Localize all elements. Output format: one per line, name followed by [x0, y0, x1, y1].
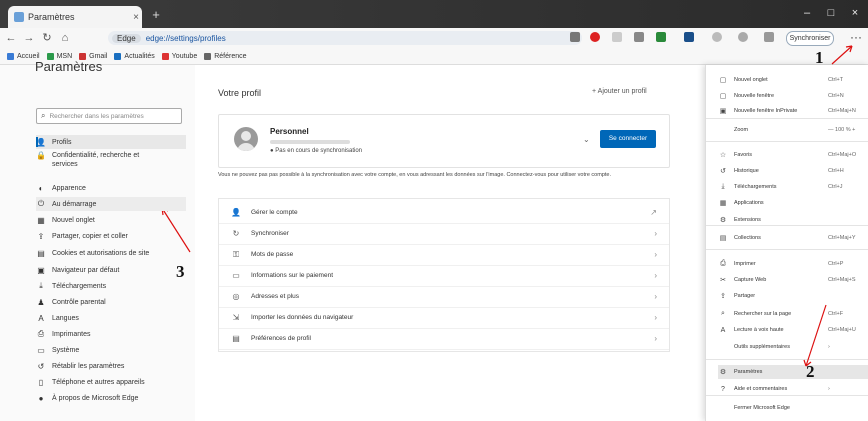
sidebar-item-icon: ●: [38, 393, 44, 403]
arrow-1: [831, 45, 853, 65]
sidebar-item-icon: ⤓: [39, 281, 43, 290]
sidebar-item[interactable]: ↺ Rétablir les paramètres: [36, 359, 186, 373]
sidebar-item[interactable]: 🔒 Confidentialité, recherche et services: [36, 151, 186, 177]
sidebar-item-label: Nouvel onglet: [52, 216, 95, 224]
sidebar-item-icon: ⏻: [37, 199, 45, 208]
sidebar-item[interactable]: ⎙ Imprimantes: [36, 327, 186, 341]
sidebar-item[interactable]: 👤 Profils: [36, 135, 186, 149]
sidebar-item-icon: ▭: [37, 345, 45, 355]
sidebar-item-label: Partager, copier et coller: [52, 232, 128, 240]
sidebar-item[interactable]: ⏻ Au démarrage: [36, 197, 186, 211]
annotation-2: 2: [806, 362, 815, 381]
sidebar-item-icon: 👤: [36, 137, 46, 147]
sidebar-item-icon: ⎙: [37, 329, 45, 338]
sidebar-item-icon: A: [38, 313, 44, 323]
sidebar-item-label: Imprimantes: [52, 330, 91, 338]
sidebar-item[interactable]: ● À propos de Microsoft Edge: [36, 391, 186, 405]
sidebar-item[interactable]: A Langues: [36, 311, 186, 325]
sidebar-item-icon: ◐: [38, 183, 44, 193]
sidebar-item-label: Système: [52, 346, 80, 354]
sidebar-item-label: À propos de Microsoft Edge: [52, 394, 139, 402]
sidebar-item-label: Au démarrage: [52, 200, 97, 208]
sidebar-item-label: Profils: [52, 138, 72, 146]
sidebar-item-icon: 🔒: [36, 151, 46, 160]
sidebar-item[interactable]: ▣ Navigateur par défaut: [36, 263, 186, 277]
sidebar-item-label: Confidentialité, recherche et services: [52, 152, 140, 168]
sidebar-item-label: Rétablir les paramètres: [52, 362, 125, 370]
sidebar-item-icon: ▦: [37, 215, 45, 225]
sidebar-item[interactable]: ⇪ Partager, copier et coller: [36, 229, 186, 243]
sidebar-item[interactable]: ▦ Nouvel onglet: [36, 213, 186, 227]
sidebar-item-label: Apparence: [52, 184, 86, 192]
sidebar-item[interactable]: ▭ Système: [36, 343, 186, 357]
arrow-2: [805, 304, 827, 367]
sidebar-item-label: Langues: [52, 314, 79, 322]
sidebar-item-label: Téléphone et autres appareils: [52, 378, 145, 386]
sidebar-item[interactable]: ♟ Contrôle parental: [36, 295, 186, 309]
sidebar-item-icon: ▤: [37, 248, 45, 258]
sidebar-item-icon: ↺: [37, 361, 45, 371]
sidebar-item-icon: ▯: [38, 377, 44, 387]
sidebar-item-icon: ♟: [37, 297, 45, 307]
sidebar-item[interactable]: ▯ Téléphone et autres appareils: [36, 375, 186, 389]
sidebar-item-label: Contrôle parental: [52, 298, 106, 306]
sidebar-item-label: Cookies et autorisations de site: [52, 249, 150, 257]
sidebar-item[interactable]: ◐ Apparence: [36, 181, 186, 195]
sidebar-item[interactable]: ▤ Cookies et autorisations de site: [36, 246, 186, 260]
sidebar-item-icon: ▣: [37, 265, 45, 275]
sidebar-item-icon: ⇪: [37, 231, 45, 241]
sidebar-item-label: Téléchargements: [52, 282, 107, 290]
sidebar-item-label: Navigateur par défaut: [52, 266, 120, 274]
annotation-1: 1: [815, 48, 824, 67]
sidebar-item[interactable]: ⤓ Téléchargements: [36, 279, 186, 293]
